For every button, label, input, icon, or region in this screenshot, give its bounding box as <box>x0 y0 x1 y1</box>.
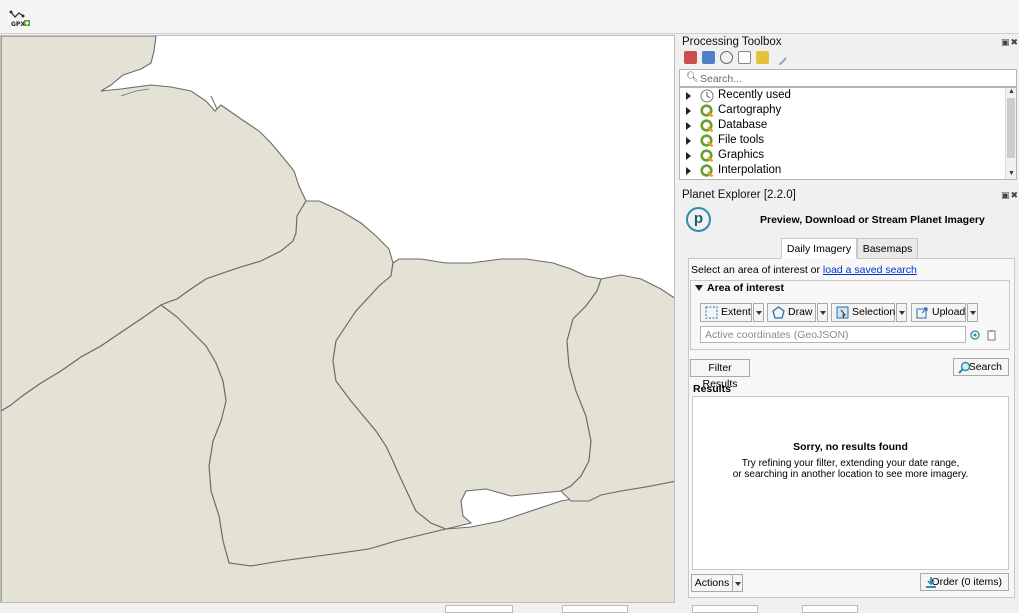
toolbox-toolbar <box>684 49 788 67</box>
expand-arrow-icon[interactable] <box>686 107 691 115</box>
models-icon[interactable] <box>684 51 697 64</box>
load-saved-search-link[interactable]: load a saved search <box>823 264 917 276</box>
selection-label: Selection <box>852 306 896 318</box>
gpx-label: GPX <box>11 21 25 28</box>
search-button-label: Search <box>968 361 1002 373</box>
order-button-label: Order (0 items) <box>931 576 1002 588</box>
options-icon[interactable] <box>770 49 788 66</box>
extent-icon <box>705 306 718 319</box>
tab-basemaps[interactable]: Basemaps <box>857 238 918 259</box>
actions-button[interactable]: Actions <box>691 574 733 592</box>
empty-results-title: Sorry, no results found <box>793 441 908 453</box>
planet-logo-icon: p <box>686 207 711 232</box>
expand-arrow-icon[interactable] <box>686 137 691 145</box>
qgis-icon <box>700 104 714 118</box>
tree-item-database[interactable]: Database <box>680 119 1005 134</box>
map-canvas[interactable] <box>0 35 675 603</box>
select-aoi-label: Select an area of interest or <box>691 264 823 276</box>
edit-features-icon[interactable] <box>756 51 769 64</box>
toolbox-tree: Recently used Cartography Database File … <box>679 87 1017 180</box>
rotation-field[interactable] <box>802 605 858 613</box>
download-icon <box>926 577 936 588</box>
results-label: Results <box>693 383 731 395</box>
extent-dropdown[interactable] <box>753 303 764 322</box>
tree-item-recently-used[interactable]: Recently used <box>680 89 1005 104</box>
expand-arrow-icon[interactable] <box>686 122 691 130</box>
tree-item-label: Database <box>718 119 768 131</box>
tree-item-interpolation[interactable]: Interpolation <box>680 164 1005 179</box>
tree-item-label: Cartography <box>718 104 782 116</box>
collapse-arrow-icon[interactable] <box>695 285 703 291</box>
draw-label: Draw <box>788 306 813 318</box>
tree-scrollbar[interactable]: ▲ ▼ <box>1005 88 1016 179</box>
toolbox-search-input[interactable]: 🔍︎ Search... <box>679 69 1017 87</box>
main-toolbar: GPX <box>0 0 1019 34</box>
selection-icon <box>836 306 849 319</box>
results-list <box>692 396 1009 570</box>
expand-arrow-icon[interactable] <box>686 167 691 175</box>
zoom-to-aoi-icon[interactable] <box>969 329 981 341</box>
qgis-icon <box>700 164 714 178</box>
scroll-up-icon[interactable]: ▲ <box>1008 88 1015 95</box>
empty-results-line1: Try refining your filter, extending your… <box>741 458 960 469</box>
scale-field[interactable] <box>562 605 628 613</box>
tree-item-label: Graphics <box>718 149 765 161</box>
history-icon[interactable] <box>720 51 733 64</box>
draw-dropdown[interactable] <box>817 303 828 322</box>
tree-item-graphics[interactable]: Graphics <box>680 149 1005 164</box>
extent-button[interactable]: Extent <box>700 303 752 322</box>
upload-label: Upload <box>932 306 966 318</box>
scrollbar-thumb[interactable] <box>1007 98 1015 158</box>
draw-polygon-icon <box>772 306 785 319</box>
processing-toolbox-title: Processing Toolbox <box>682 36 782 48</box>
magnifier-field[interactable] <box>692 605 758 613</box>
filter-results-button[interactable]: Filter Results <box>690 359 750 390</box>
tree-item-label: File tools <box>718 134 765 146</box>
qgis-icon <box>700 119 714 133</box>
planet-explorer-title: Planet Explorer [2.2.0] <box>682 189 796 201</box>
copy-icon[interactable] <box>986 329 998 341</box>
upload-dropdown[interactable] <box>967 303 978 322</box>
search-placeholder: Search... <box>700 73 743 85</box>
area-of-interest-title: Area of interest <box>707 282 785 294</box>
planet-dock-buttons[interactable]: ▣✖ <box>1001 190 1019 201</box>
draw-button[interactable]: Draw <box>767 303 816 322</box>
selection-dropdown[interactable] <box>896 303 907 322</box>
search-icon <box>958 361 971 374</box>
planet-heading: Preview, Download or Stream Planet Image… <box>760 214 985 226</box>
selection-button[interactable]: Selection <box>831 303 895 322</box>
actions-dropdown[interactable] <box>732 574 743 592</box>
extent-label: Extent <box>721 306 751 318</box>
qgis-icon <box>700 134 714 148</box>
scroll-down-icon[interactable]: ▼ <box>1008 170 1015 177</box>
toolbox-dock-buttons[interactable]: ▣✖ <box>1001 37 1019 48</box>
coordinate-field[interactable] <box>445 605 513 613</box>
expand-arrow-icon[interactable] <box>686 152 691 160</box>
qgis-icon <box>700 149 714 163</box>
expand-arrow-icon[interactable] <box>686 92 691 100</box>
coordinates-input[interactable]: Active coordinates (GeoJSON) <box>700 326 966 343</box>
tree-item-cartography[interactable]: Cartography <box>680 104 1005 119</box>
tab-daily-imagery[interactable]: Daily Imagery <box>781 238 857 259</box>
upload-icon <box>916 307 928 319</box>
clock-icon <box>700 89 714 103</box>
select-aoi-text: Select an area of interest or load a sav… <box>691 264 917 276</box>
tree-item-file-tools[interactable]: File tools <box>680 134 1005 149</box>
search-icon: 🔍︎ <box>686 72 699 83</box>
results-viewer-icon[interactable] <box>738 51 751 64</box>
tree-item-label: Recently used <box>718 89 791 101</box>
empty-results-line2: or searching in another location to see … <box>732 469 969 480</box>
scripts-icon[interactable] <box>702 51 715 64</box>
order-button[interactable]: Order (0 items) <box>920 573 1009 591</box>
search-button[interactable]: Search <box>953 358 1009 376</box>
gpx-tool-icon[interactable]: GPX <box>8 7 32 29</box>
upload-button[interactable]: Upload <box>911 303 966 322</box>
tree-item-label: Interpolation <box>718 164 782 176</box>
